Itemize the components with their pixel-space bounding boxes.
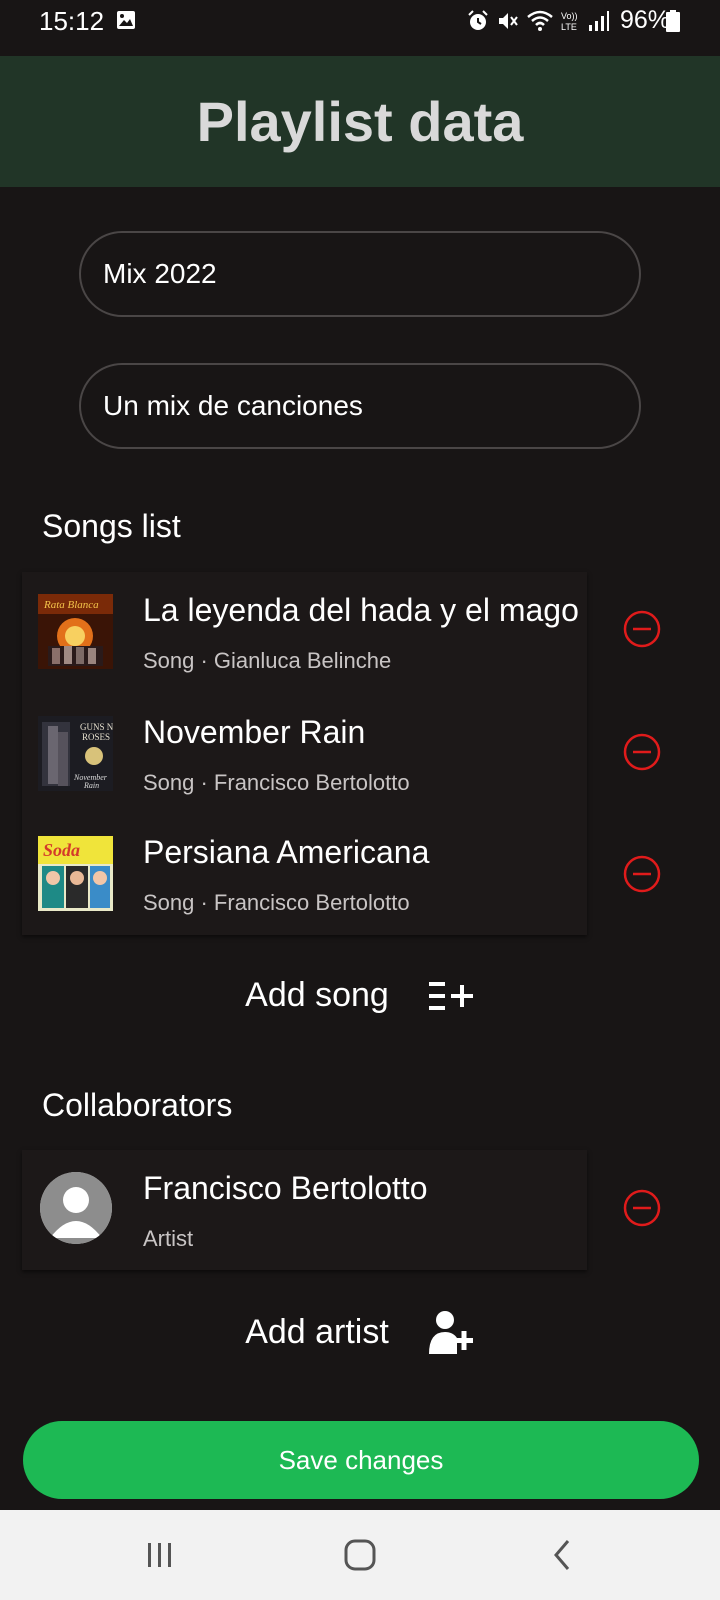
back-icon: [554, 1540, 570, 1570]
svg-text:GUNS N': GUNS N': [80, 722, 113, 732]
song-row[interactable]: GUNS N' ROSES November Rain November Rai…: [22, 694, 587, 816]
image-icon: [117, 11, 135, 29]
add-artist-button[interactable]: Add artist: [0, 1308, 720, 1356]
remove-song-icon[interactable]: [622, 854, 662, 894]
add-song-label: Add song: [245, 976, 389, 1014]
battery-icon: [666, 10, 680, 32]
home-icon: [344, 1539, 376, 1571]
songs-list-title: Songs list: [42, 508, 181, 544]
album-cover-3: Soda: [38, 836, 113, 911]
remove-song-icon[interactable]: [622, 732, 662, 772]
song-title: Persiana Americana: [143, 834, 430, 870]
save-changes-button[interactable]: Save changes: [23, 1421, 699, 1499]
playlist-description-field[interactable]: [79, 363, 641, 449]
home-button[interactable]: [300, 1510, 420, 1600]
playlist-name-field[interactable]: [79, 231, 641, 317]
song-subtitle: Song · Gianluca Belinche: [143, 648, 392, 673]
alarm-icon: [468, 9, 488, 30]
person-icon: [40, 1172, 112, 1244]
svg-text:Rata Blanca: Rata Blanca: [43, 599, 99, 611]
song-row[interactable]: Soda Persiana Americana Song · Francisco…: [22, 814, 587, 936]
avatar: [40, 1172, 112, 1244]
battery-percentage: 96%: [619, 6, 670, 34]
album-cover-1: Rata Blanca: [38, 594, 113, 669]
remove-song-icon[interactable]: [622, 609, 662, 649]
page-title: Playlist data: [196, 90, 524, 153]
playlist-add-icon: [428, 981, 473, 1010]
svg-text:Vo)): Vo)): [561, 11, 578, 21]
collaborator-row[interactable]: Francisco Bertolotto Artist: [22, 1150, 587, 1272]
status-time: 15:12: [39, 6, 105, 36]
album-cover-2: GUNS N' ROSES November Rain: [38, 716, 113, 791]
wifi-icon: [527, 10, 553, 31]
person-add-icon: [428, 1311, 473, 1354]
app-bar: Playlist data: [0, 56, 720, 187]
status-icons: Vo)) LTE 96%: [466, 6, 670, 35]
collaborator-name: Francisco Bertolotto: [143, 1170, 428, 1206]
recent-apps-icon: [148, 1543, 171, 1567]
recent-apps-button[interactable]: [100, 1510, 220, 1600]
song-title: La leyenda del hada y el mago: [143, 592, 579, 628]
remove-collaborator-icon[interactable]: [622, 1188, 662, 1228]
add-song-button[interactable]: Add song: [0, 976, 720, 1015]
svg-text:Rain: Rain: [83, 781, 99, 790]
volte-icon: Vo)) LTE: [561, 11, 578, 32]
signal-icon: [588, 10, 609, 31]
svg-text:LTE: LTE: [561, 22, 577, 32]
playlist-description-input[interactable]: [81, 365, 639, 447]
song-subtitle: Song · Francisco Bertolotto: [143, 890, 410, 915]
svg-text:Soda: Soda: [43, 840, 80, 860]
status-bar: 15:12 Vo)) LTE 96%: [0, 0, 720, 56]
song-title: November Rain: [143, 714, 366, 750]
system-navigation-bar: [0, 1510, 720, 1600]
back-button[interactable]: [502, 1510, 622, 1600]
song-subtitle: Song · Francisco Bertolotto: [143, 770, 410, 795]
song-row[interactable]: Rata Blanca La leyenda del hada y el mag…: [22, 572, 587, 694]
add-artist-label: Add artist: [245, 1312, 389, 1351]
playlist-name-input[interactable]: [81, 233, 639, 315]
mute-icon: [498, 12, 518, 29]
svg-text:ROSES: ROSES: [82, 732, 110, 742]
collaborators-title: Collaborators: [42, 1087, 233, 1123]
collaborator-role: Artist: [143, 1226, 194, 1251]
